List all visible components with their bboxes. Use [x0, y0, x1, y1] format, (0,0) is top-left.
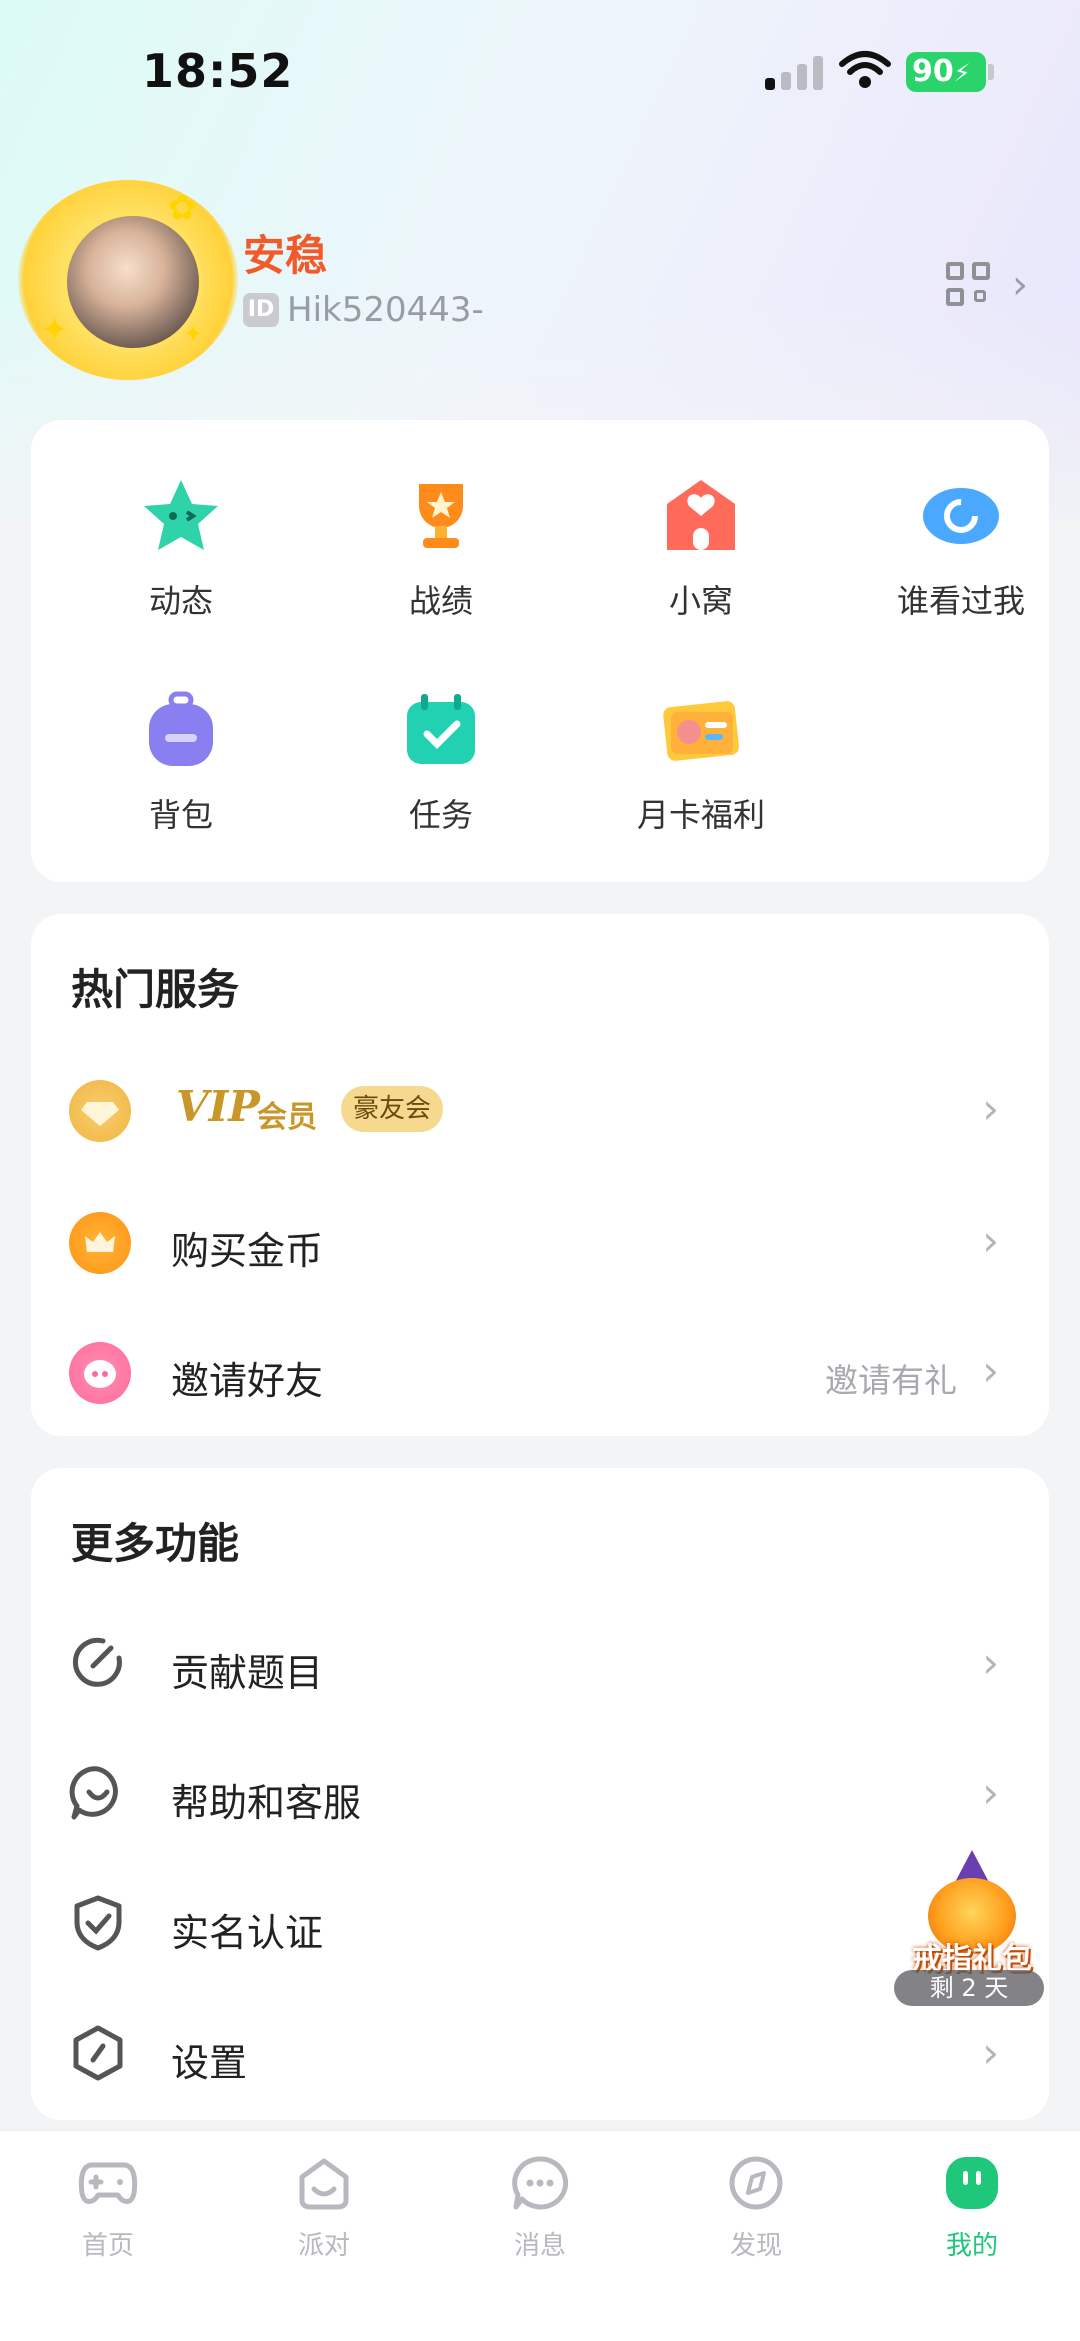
nav-label: 首页	[81, 2231, 134, 2261]
status-time: 18:52	[142, 44, 294, 98]
grid-label: 动态	[148, 582, 213, 620]
chevron-right-icon: ›	[982, 2028, 999, 2077]
qr-code-icon[interactable]	[946, 262, 990, 306]
settings-row[interactable]: 设置 ›	[31, 2004, 1049, 2104]
nav-me[interactable]: 我的	[912, 2155, 1032, 2262]
trophy-icon	[401, 476, 481, 556]
ring-gift-promo[interactable]: 戒指礼包 剩 2 天	[894, 1850, 1046, 2010]
vip-suffix: 会员	[257, 1100, 317, 1135]
avatar-photo	[63, 212, 203, 352]
row-label: 邀请好友	[171, 1359, 324, 1403]
id-badge-icon: ID	[243, 293, 279, 327]
username[interactable]: 安稳	[243, 222, 327, 283]
avatar[interactable]: ✿ ✦ ✦	[18, 180, 238, 380]
grid-item-visitors[interactable]: 谁看过我	[871, 476, 1051, 622]
nav-discover[interactable]: 发现	[696, 2155, 816, 2262]
party-icon	[299, 2158, 349, 2210]
me-icon	[946, 2157, 998, 2209]
month-card-icon	[661, 690, 741, 770]
chevron-right-icon: ›	[982, 1768, 999, 1817]
grid-label: 小窝	[668, 582, 733, 620]
gamepad-icon	[78, 2162, 138, 2204]
sparkle-icon: ✦	[40, 310, 69, 350]
row-label: 购买金币	[171, 1229, 324, 1273]
nav-party[interactable]: 派对	[264, 2155, 384, 2262]
section-title: 更多功能	[71, 1519, 240, 1568]
chevron-right-icon: ›	[982, 1638, 999, 1687]
user-id-row: ID Hik520443-	[243, 290, 484, 330]
chevron-right-icon: ›	[982, 1346, 999, 1395]
battery-level: 90	[912, 54, 954, 89]
section-title: 热门服务	[71, 965, 240, 1014]
grid-item-nest[interactable]: 小窝	[611, 476, 791, 622]
chevron-right-icon[interactable]: ›	[1012, 262, 1028, 308]
calendar-check-icon	[401, 690, 481, 770]
grid-item-tasks[interactable]: 任务	[351, 690, 531, 836]
nav-home[interactable]: 首页	[48, 2155, 168, 2262]
charging-icon: ⚡	[953, 59, 971, 87]
chevron-right-icon: ›	[982, 1084, 999, 1133]
grid-item-dynamics[interactable]: 动态	[91, 476, 271, 622]
settings-icon	[73, 2025, 123, 2081]
buy-coins-row[interactable]: 购买金币 ›	[31, 1192, 1049, 1292]
bottom-navigation: 首页 派对 消息 发现 我的	[0, 2130, 1080, 2341]
diamond-icon	[69, 1080, 131, 1142]
sparkle-icon: ✿	[168, 188, 197, 228]
nav-messages[interactable]: 消息	[480, 2155, 600, 2262]
nav-label: 发现	[729, 2231, 782, 2261]
nav-label: 我的	[945, 2231, 998, 2261]
eye-icon	[921, 476, 1001, 556]
grid-label: 谁看过我	[896, 582, 1025, 620]
status-bar: 18:52 90⚡	[0, 0, 1080, 140]
vip-badge: 豪友会	[341, 1086, 444, 1132]
wifi-icon	[839, 51, 891, 88]
crown-coin-icon	[69, 1212, 131, 1274]
invite-friends-row[interactable]: 邀请好友 邀请有礼 ›	[31, 1322, 1049, 1422]
row-label: 设置	[171, 2041, 248, 2085]
message-icon	[512, 2156, 569, 2210]
help-support-row[interactable]: 帮助和客服 ›	[31, 1744, 1049, 1844]
promo-countdown: 剩 2 天	[894, 1970, 1044, 2006]
piggy-icon	[69, 1342, 131, 1404]
battery-icon: 90⚡	[906, 52, 986, 92]
battery-cap	[988, 64, 994, 80]
hot-services-card: 热门服务 VIP 会员 豪友会 › 购买金币 › 邀请好友 邀请有礼 ›	[31, 914, 1049, 1436]
shield-check-icon	[74, 1895, 122, 1951]
grid-label: 战绩	[408, 582, 473, 620]
chat-support-icon	[69, 1766, 118, 1820]
grid-label: 背包	[148, 796, 213, 834]
contribute-row[interactable]: 贡献题目 ›	[31, 1614, 1049, 1714]
star-face-icon	[141, 476, 221, 556]
grid-label: 月卡福利	[636, 796, 765, 834]
grid-label: 任务	[408, 796, 473, 834]
nav-label: 派对	[297, 2231, 350, 2261]
grid-item-month-card[interactable]: 月卡福利	[611, 690, 791, 836]
row-label: 实名认证	[171, 1911, 324, 1955]
contribute-icon	[72, 1637, 122, 1687]
vip-label: VIP	[176, 1082, 260, 1131]
invite-hint: 邀请有礼	[825, 1361, 957, 1400]
grid-item-record[interactable]: 战绩	[351, 476, 531, 622]
more-features-card: 更多功能 贡献题目 › 帮助和客服 › 实名认证 设置 ›	[31, 1468, 1049, 2120]
row-label: 贡献题目	[171, 1651, 324, 1695]
sparkle-icon: ✦	[183, 320, 204, 348]
compass-icon	[729, 2156, 783, 2210]
chevron-right-icon: ›	[982, 1216, 999, 1265]
backpack-icon	[141, 690, 221, 770]
row-label: 帮助和客服	[171, 1781, 362, 1825]
cellular-signal-icon	[765, 56, 825, 90]
house-heart-icon	[661, 476, 741, 556]
vip-row[interactable]: VIP 会员 豪友会 ›	[31, 1060, 1049, 1160]
quick-actions-card: 动态 战绩 小窝 谁看过我 背包 任务 月卡福利	[31, 420, 1049, 882]
nav-label: 消息	[513, 2231, 566, 2261]
user-id: Hik520443-	[287, 290, 484, 330]
grid-item-backpack[interactable]: 背包	[91, 690, 271, 836]
